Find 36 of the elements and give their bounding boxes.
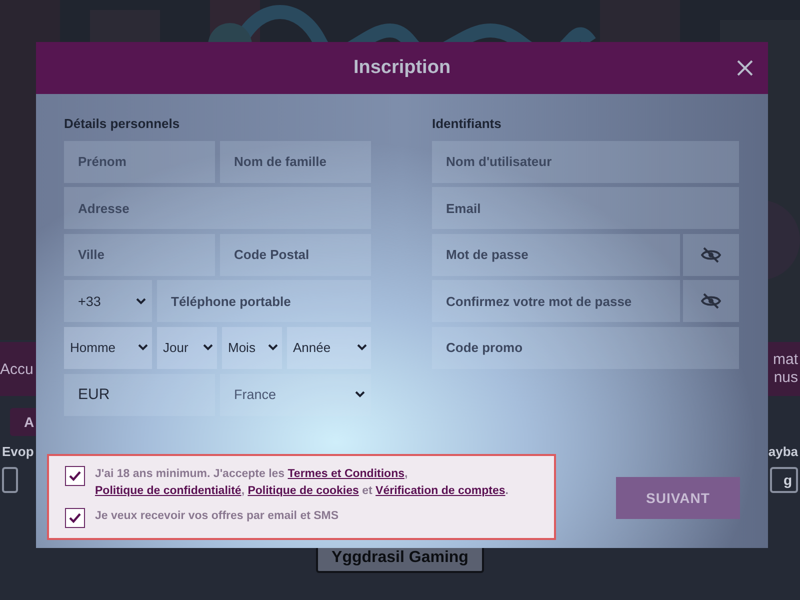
banner-text: nus [772,369,798,387]
currency-field: EUR [64,374,215,416]
select-field[interactable]: +33 [64,280,152,322]
chevron-icon [136,298,146,305]
provider-label: Evop [2,443,34,461]
chevron-icon [357,344,367,352]
terms-link[interactable]: Politique de confidentialité [95,485,242,497]
dialog-title: Inscription [353,57,451,79]
select-field[interactable]: Homme [64,326,152,369]
consent-text: J'ai 18 ans minimum. J'accepte les Termes et Conditions, Politique de confidentialité, Politique de cookies et Vérification de comptes. [95,467,510,499]
chevron-icon [355,391,365,398]
checkbox[interactable] [65,508,85,528]
check-icon [69,513,81,523]
banner-text: mat [772,351,798,369]
terms-link[interactable]: Termes et Conditions [288,468,404,480]
chevron-icon [203,344,213,352]
provider-button[interactable]: g [770,467,798,493]
select-field[interactable]: Jour [157,326,217,369]
close-icon[interactable] [736,59,754,77]
provider-label: ayba [768,443,798,461]
section-heading: Identifiants [432,116,502,131]
hidden-eye-icon[interactable] [683,234,739,276]
terms-link[interactable]: Vérification de comptes [376,485,506,497]
consent-text: Je veux recevoir vos offres par email et SMS [95,509,339,524]
checkbox[interactable] [65,466,85,486]
chevron-icon [138,344,148,352]
hidden-eye-icon[interactable] [683,280,739,322]
select-field[interactable]: Mois [222,326,282,369]
section-heading: Détails personnels [64,116,181,131]
terms-link[interactable]: Politique de cookies [248,485,359,497]
select-field[interactable]: Année [287,326,371,369]
check-icon [69,471,81,481]
chevron-icon [268,344,278,352]
provider-button[interactable] [2,467,18,493]
banner-text: Accu [0,360,34,378]
select-field[interactable]: France [220,374,371,416]
